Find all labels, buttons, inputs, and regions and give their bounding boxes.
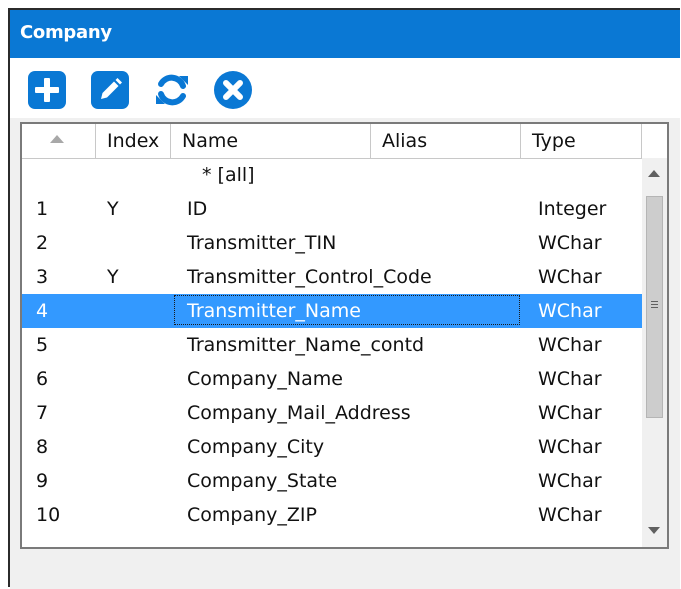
column-header-alias[interactable]: Alias: [371, 124, 521, 158]
name-cell: Transmitter_Control_Code: [187, 266, 432, 288]
column-header-type[interactable]: Type: [521, 124, 642, 158]
focused-cell-outline: [174, 295, 520, 325]
row-number-cell: 3: [36, 266, 49, 288]
fields-table: Index Name Alias Type * [all] 1 Y ID Integer…: [20, 122, 669, 549]
type-cell: WChar: [538, 402, 602, 424]
row-number-cell: 2: [36, 232, 49, 254]
column-header-index[interactable]: Index: [96, 124, 171, 158]
type-cell: WChar: [538, 334, 602, 356]
type-cell: WChar: [538, 470, 602, 492]
row-number-cell: 8: [36, 436, 49, 458]
table-row[interactable]: 1 Y ID Integer: [22, 192, 642, 226]
name-cell: Company_State: [187, 470, 338, 492]
type-cell: WChar: [538, 368, 602, 390]
name-cell: Company_City: [187, 436, 325, 458]
delete-button[interactable]: [213, 70, 253, 110]
row-number-cell: 9: [36, 470, 49, 492]
name-cell: Company_Mail_Address: [187, 402, 411, 424]
name-cell: * [all]: [202, 164, 255, 186]
status-strip: [10, 551, 680, 589]
table-row[interactable]: * [all]: [22, 158, 642, 192]
type-cell: WChar: [538, 436, 602, 458]
table-row[interactable]: 7 Company_Mail_Address WChar: [22, 396, 642, 430]
table-row[interactable]: 6 Company_Name WChar: [22, 362, 642, 396]
name-cell: Company_Name: [187, 368, 343, 390]
name-cell: Transmitter_Name_contd: [187, 334, 425, 356]
name-cell: ID: [187, 198, 208, 220]
row-number-cell: 1: [36, 198, 49, 220]
edit-button[interactable]: [90, 70, 130, 110]
name-cell: Company_ZIP: [187, 504, 317, 526]
type-cell: WChar: [538, 232, 602, 254]
type-cell: WChar: [538, 266, 602, 288]
panel-title: Company: [20, 22, 112, 43]
refresh-button[interactable]: [152, 70, 192, 110]
row-number-cell: 5: [36, 334, 49, 356]
table-row[interactable]: 4 Transmitter_Name WChar: [22, 294, 642, 328]
thumb-grip-line: [651, 304, 658, 305]
row-number-cell: 4: [36, 300, 49, 322]
scroll-up-arrow-icon[interactable]: [648, 170, 660, 177]
row-number-column-header[interactable]: [22, 124, 96, 158]
vertical-scrollbar[interactable]: [642, 158, 667, 547]
remove-x-icon: [214, 71, 252, 109]
toolbar: [10, 58, 680, 118]
column-header-name[interactable]: Name: [171, 124, 371, 158]
thumb-grip-line: [651, 301, 658, 302]
type-cell: WChar: [538, 300, 602, 322]
table-row[interactable]: 9 Company_State WChar: [22, 464, 642, 498]
table-row[interactable]: 2 Transmitter_TIN WChar: [22, 226, 642, 260]
row-number-cell: 6: [36, 368, 49, 390]
thumb-grip-line: [651, 307, 658, 308]
row-number-cell: 7: [36, 402, 49, 424]
index-cell: Y: [107, 266, 119, 288]
name-cell: Transmitter_TIN: [187, 232, 337, 254]
refresh-icon: [156, 74, 188, 106]
table-row[interactable]: 8 Company_City WChar: [22, 430, 642, 464]
company-panel: Company Index Name Alias Type * [all] 1 …: [8, 8, 680, 589]
scrollbar-thumb[interactable]: [646, 196, 663, 418]
table-header: Index Name Alias Type: [22, 124, 667, 159]
edit-pencil-icon: [91, 71, 129, 109]
plus-icon: [28, 71, 66, 109]
table-row[interactable]: 5 Transmitter_Name_contd WChar: [22, 328, 642, 362]
table-row[interactable]: 3 Y Transmitter_Control_Code WChar: [22, 260, 642, 294]
type-cell: WChar: [538, 504, 602, 526]
panel-title-bar: Company: [10, 10, 680, 58]
add-button[interactable]: [27, 70, 67, 110]
type-cell: Integer: [538, 198, 607, 220]
table-row[interactable]: 10 Company_ZIP WChar: [22, 498, 642, 532]
index-cell: Y: [107, 198, 119, 220]
sort-ascending-icon: [50, 135, 64, 143]
scroll-down-arrow-icon[interactable]: [648, 527, 660, 534]
row-number-cell: 10: [36, 504, 61, 526]
